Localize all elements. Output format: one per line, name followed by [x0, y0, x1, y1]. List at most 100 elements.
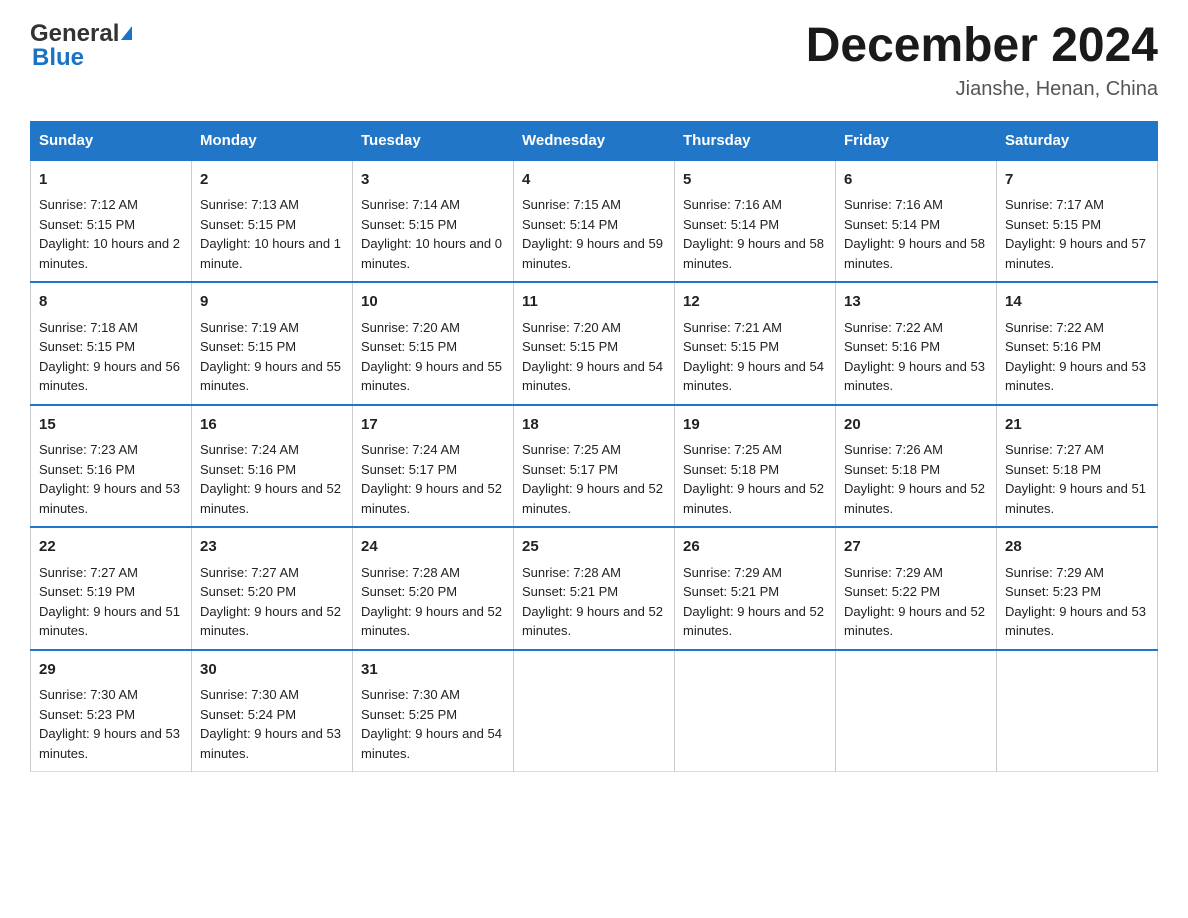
day-info: Sunrise: 7:16 AMSunset: 5:14 PMDaylight:…: [844, 197, 985, 271]
calendar-cell: 21Sunrise: 7:27 AMSunset: 5:18 PMDayligh…: [997, 405, 1158, 528]
day-number: 29: [39, 659, 183, 682]
day-number: 19: [683, 414, 827, 437]
day-number: 4: [522, 169, 666, 192]
day-number: 31: [361, 659, 505, 682]
day-info: Sunrise: 7:26 AMSunset: 5:18 PMDaylight:…: [844, 442, 985, 516]
day-info: Sunrise: 7:19 AMSunset: 5:15 PMDaylight:…: [200, 320, 341, 394]
calendar-cell: 16 Sunrise: 7:24 AMSunset: 5:16 PMDayligh…: [192, 405, 353, 528]
calendar-cell: 4Sunrise: 7:15 AMSunset: 5:14 PMDaylight…: [514, 160, 675, 283]
day-number: 2: [200, 169, 344, 192]
calendar-cell: 12Sunrise: 7:21 AMSunset: 5:15 PMDayligh…: [675, 282, 836, 405]
header-saturday: Saturday: [997, 121, 1158, 160]
day-info: Sunrise: 7:28 AMSunset: 5:21 PMDaylight:…: [522, 565, 663, 639]
day-number: 11: [522, 291, 666, 314]
calendar-cell: 19 Sunrise: 7:25 AMSunset: 5:18 PMDayligh…: [675, 405, 836, 528]
day-number: 16: [200, 414, 344, 437]
calendar-cell: 17Sunrise: 7:24 AMSunset: 5:17 PMDayligh…: [353, 405, 514, 528]
calendar-cell: 28 Sunrise: 7:29 AMSunset: 5:23 PMDayligh…: [997, 527, 1158, 650]
day-number: 15: [39, 414, 183, 437]
page-subtitle: Jianshe, Henan, China: [806, 78, 1158, 101]
day-info: Sunrise: 7:30 AMSunset: 5:23 PMDaylight:…: [39, 687, 180, 761]
day-number: 12: [683, 291, 827, 314]
calendar-cell: [514, 650, 675, 772]
calendar-cell: 14 Sunrise: 7:22 AMSunset: 5:16 PMDayligh…: [997, 282, 1158, 405]
day-number: 28: [1005, 536, 1149, 559]
calendar-cell: 27 Sunrise: 7:29 AMSunset: 5:22 PMDayligh…: [836, 527, 997, 650]
day-info: Sunrise: 7:27 AMSunset: 5:20 PMDaylight:…: [200, 565, 341, 639]
calendar-cell: 7Sunrise: 7:17 AMSunset: 5:15 PMDaylight…: [997, 160, 1158, 283]
day-info: Sunrise: 7:20 AMSunset: 5:15 PMDaylight:…: [361, 320, 502, 394]
day-info: Sunrise: 7:27 AMSunset: 5:19 PMDaylight:…: [39, 565, 180, 639]
calendar-cell: 2 Sunrise: 7:13 AMSunset: 5:15 PMDaylight…: [192, 160, 353, 283]
day-info: Sunrise: 7:22 AMSunset: 5:16 PMDaylight:…: [1005, 320, 1146, 394]
calendar-week-row: 8 Sunrise: 7:18 AMSunset: 5:15 PMDaylight…: [31, 282, 1158, 405]
day-number: 26: [683, 536, 827, 559]
calendar-cell: 24 Sunrise: 7:28 AMSunset: 5:20 PMDayligh…: [353, 527, 514, 650]
header-monday: Monday: [192, 121, 353, 160]
title-block: December 2024 Jianshe, Henan, China: [806, 20, 1158, 101]
calendar-cell: 13 Sunrise: 7:22 AMSunset: 5:16 PMDayligh…: [836, 282, 997, 405]
calendar-cell: 11 Sunrise: 7:20 AMSunset: 5:15 PMDayligh…: [514, 282, 675, 405]
calendar-cell: 6 Sunrise: 7:16 AMSunset: 5:14 PMDaylight…: [836, 160, 997, 283]
day-info: Sunrise: 7:18 AMSunset: 5:15 PMDaylight:…: [39, 320, 180, 394]
day-number: 5: [683, 169, 827, 192]
header-thursday: Thursday: [675, 121, 836, 160]
day-number: 30: [200, 659, 344, 682]
day-info: Sunrise: 7:16 AMSunset: 5:14 PMDaylight:…: [683, 197, 824, 271]
day-info: Sunrise: 7:29 AMSunset: 5:23 PMDaylight:…: [1005, 565, 1146, 639]
day-info: Sunrise: 7:22 AMSunset: 5:16 PMDaylight:…: [844, 320, 985, 394]
calendar-cell: 26 Sunrise: 7:29 AMSunset: 5:21 PMDayligh…: [675, 527, 836, 650]
calendar-cell: 3 Sunrise: 7:14 AMSunset: 5:15 PMDaylight…: [353, 160, 514, 283]
header-sunday: Sunday: [31, 121, 192, 160]
day-info: Sunrise: 7:20 AMSunset: 5:15 PMDaylight:…: [522, 320, 663, 394]
day-info: Sunrise: 7:24 AMSunset: 5:16 PMDaylight:…: [200, 442, 341, 516]
day-number: 18: [522, 414, 666, 437]
day-number: 1: [39, 169, 183, 192]
calendar-cell: 31 Sunrise: 7:30 AMSunset: 5:25 PMDayligh…: [353, 650, 514, 772]
calendar-cell: 25Sunrise: 7:28 AMSunset: 5:21 PMDayligh…: [514, 527, 675, 650]
day-info: Sunrise: 7:30 AMSunset: 5:25 PMDaylight:…: [361, 687, 502, 761]
day-info: Sunrise: 7:30 AMSunset: 5:24 PMDaylight:…: [200, 687, 341, 761]
day-info: Sunrise: 7:24 AMSunset: 5:17 PMDaylight:…: [361, 442, 502, 516]
day-number: 9: [200, 291, 344, 314]
day-number: 22: [39, 536, 183, 559]
day-number: 6: [844, 169, 988, 192]
calendar-cell: 18 Sunrise: 7:25 AMSunset: 5:17 PMDayligh…: [514, 405, 675, 528]
day-info: Sunrise: 7:28 AMSunset: 5:20 PMDaylight:…: [361, 565, 502, 639]
calendar-cell: 30 Sunrise: 7:30 AMSunset: 5:24 PMDayligh…: [192, 650, 353, 772]
calendar-cell: [997, 650, 1158, 772]
calendar-cell: 20 Sunrise: 7:26 AMSunset: 5:18 PMDayligh…: [836, 405, 997, 528]
day-number: 13: [844, 291, 988, 314]
calendar-week-row: 1Sunrise: 7:12 AMSunset: 5:15 PMDaylight…: [31, 160, 1158, 283]
calendar-cell: 29 Sunrise: 7:30 AMSunset: 5:23 PMDayligh…: [31, 650, 192, 772]
day-number: 8: [39, 291, 183, 314]
page-header: General Blue December 2024 Jianshe, Hena…: [30, 20, 1158, 101]
day-info: Sunrise: 7:14 AMSunset: 5:15 PMDaylight:…: [361, 197, 502, 271]
day-number: 24: [361, 536, 505, 559]
day-number: 20: [844, 414, 988, 437]
day-info: Sunrise: 7:13 AMSunset: 5:15 PMDaylight:…: [200, 197, 341, 271]
day-number: 27: [844, 536, 988, 559]
page-title: December 2024: [806, 20, 1158, 73]
header-wednesday: Wednesday: [514, 121, 675, 160]
header-friday: Friday: [836, 121, 997, 160]
calendar-table: Sunday Monday Tuesday Wednesday Thursday…: [30, 121, 1158, 773]
day-info: Sunrise: 7:25 AMSunset: 5:18 PMDaylight:…: [683, 442, 824, 516]
day-info: Sunrise: 7:23 AMSunset: 5:16 PMDaylight:…: [39, 442, 180, 516]
calendar-cell: 23Sunrise: 7:27 AMSunset: 5:20 PMDayligh…: [192, 527, 353, 650]
day-number: 3: [361, 169, 505, 192]
logo-blue-text: Blue: [30, 44, 84, 72]
calendar-header-row: Sunday Monday Tuesday Wednesday Thursday…: [31, 121, 1158, 160]
calendar-cell: 10Sunrise: 7:20 AMSunset: 5:15 PMDayligh…: [353, 282, 514, 405]
day-number: 7: [1005, 169, 1149, 192]
header-tuesday: Tuesday: [353, 121, 514, 160]
calendar-cell: 8 Sunrise: 7:18 AMSunset: 5:15 PMDaylight…: [31, 282, 192, 405]
logo: General Blue: [30, 20, 132, 72]
day-info: Sunrise: 7:25 AMSunset: 5:17 PMDaylight:…: [522, 442, 663, 516]
calendar-cell: [836, 650, 997, 772]
calendar-week-row: 29 Sunrise: 7:30 AMSunset: 5:23 PMDayligh…: [31, 650, 1158, 772]
calendar-cell: 22 Sunrise: 7:27 AMSunset: 5:19 PMDayligh…: [31, 527, 192, 650]
day-number: 14: [1005, 291, 1149, 314]
day-info: Sunrise: 7:29 AMSunset: 5:22 PMDaylight:…: [844, 565, 985, 639]
day-info: Sunrise: 7:29 AMSunset: 5:21 PMDaylight:…: [683, 565, 824, 639]
